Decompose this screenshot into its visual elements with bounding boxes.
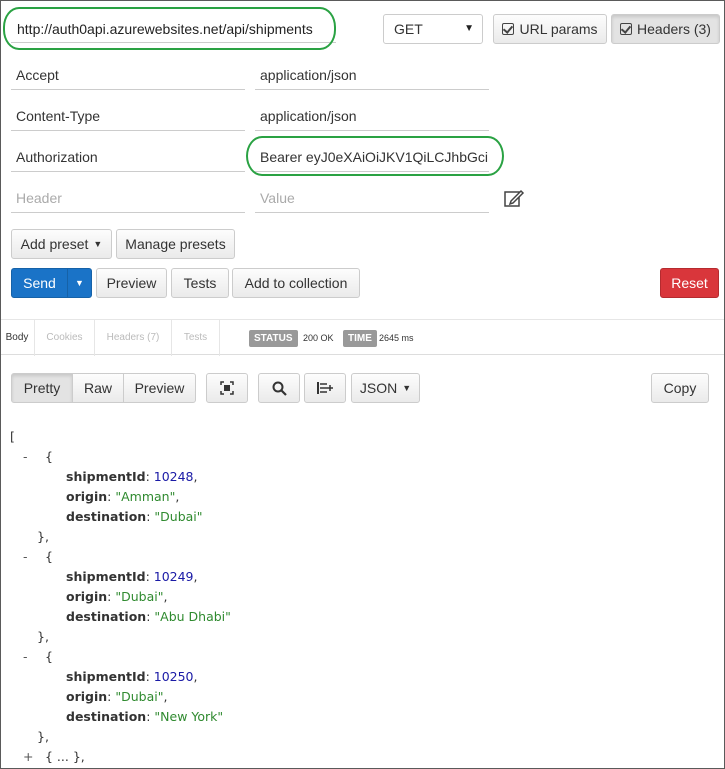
json-line: destination: "Abu Dhabi" [66, 609, 231, 624]
json-object-close: }, [37, 729, 49, 744]
caret-down-icon: ▼ [75, 278, 84, 288]
caret-down-icon: ▼ [402, 383, 412, 393]
caret-down-icon: ▼ [93, 239, 103, 249]
header-value-input[interactable]: Value [255, 183, 489, 213]
url-input[interactable]: http://auth0api.azurewebsites.net/api/sh… [11, 15, 336, 43]
search-button[interactable] [258, 373, 300, 403]
pretty-button[interactable]: Pretty [11, 373, 73, 403]
format-label: JSON [359, 380, 398, 396]
json-line: shipmentId: 10248, [66, 469, 198, 484]
fullscreen-button[interactable] [206, 373, 248, 403]
status-value: 200 OK [303, 333, 334, 343]
response-preview-button[interactable]: Preview [123, 373, 196, 403]
add-preset-button[interactable]: Add preset ▼ [11, 229, 112, 259]
preview-button[interactable]: Preview [96, 268, 167, 298]
send-button[interactable]: Send [11, 268, 68, 298]
format-select[interactable]: JSON ▼ [351, 373, 420, 403]
tab-cookies[interactable]: Cookies [35, 320, 95, 356]
json-line: origin: "Amman", [66, 489, 180, 504]
header-key-content-type[interactable]: Content-Type [11, 101, 245, 131]
json-object-open[interactable]: -{ [10, 647, 231, 667]
json-object-open[interactable]: -{ [10, 447, 231, 467]
header-value-authorization[interactable]: Bearer eyJ0eXAiOiJKV1QiLCJhbGci [255, 142, 489, 172]
method-select[interactable]: GET ▼ [383, 14, 483, 44]
status-badge: STATUS [249, 330, 298, 347]
header-key-accept[interactable]: Accept [11, 60, 245, 90]
raw-button[interactable]: Raw [72, 373, 124, 403]
wrap-lines-button[interactable] [304, 373, 346, 403]
response-body: [ -{ shipmentId: 10248, origin: "Amman",… [10, 427, 231, 767]
json-object-open[interactable]: -{ [10, 547, 231, 567]
json-collapsed-object[interactable]: +{ ... }, [10, 747, 231, 767]
add-to-collection-button[interactable]: Add to collection [232, 268, 360, 298]
time-badge: TIME [343, 330, 377, 347]
response-tab-bar: Body Cookies Headers (7) Tests STATUS 20… [0, 319, 725, 356]
json-line: origin: "Dubai", [66, 689, 168, 704]
json-object-close: }, [37, 629, 49, 644]
search-icon [272, 381, 287, 396]
copy-button[interactable]: Copy [651, 373, 709, 403]
json-line: destination: "Dubai" [66, 509, 203, 524]
header-value-content-type[interactable]: application/json [255, 101, 489, 131]
json-line: destination: "New York" [66, 709, 224, 724]
add-preset-label: Add preset [20, 236, 89, 252]
header-key-authorization[interactable]: Authorization [11, 142, 245, 172]
fullscreen-icon [220, 381, 234, 395]
caret-down-icon: ▼ [464, 23, 474, 34]
manage-presets-button[interactable]: Manage presets [116, 229, 235, 259]
headers-label: Headers (3) [637, 21, 711, 37]
tab-tests[interactable]: Tests [172, 320, 220, 356]
time-value: 2645 ms [379, 333, 414, 343]
edit-check-icon [620, 23, 633, 35]
tests-button[interactable]: Tests [171, 268, 229, 298]
header-value-accept[interactable]: application/json [255, 60, 489, 90]
json-open-bracket: [ [10, 429, 15, 444]
json-line: shipmentId: 10250, [66, 669, 198, 684]
url-params-label: URL params [519, 21, 598, 37]
tab-body[interactable]: Body [0, 320, 35, 356]
tab-headers[interactable]: Headers (7) [95, 320, 172, 356]
json-line: shipmentId: 10249, [66, 569, 198, 584]
wrap-lines-icon [317, 382, 333, 394]
url-params-button[interactable]: URL params [493, 14, 607, 44]
edit-check-icon [502, 23, 515, 35]
send-options-button[interactable]: ▼ [67, 268, 92, 298]
method-value: GET [394, 21, 423, 37]
header-key-input[interactable]: Header [11, 183, 245, 213]
reset-button[interactable]: Reset [660, 268, 719, 298]
headers-button[interactable]: Headers (3) [611, 14, 720, 44]
bulk-edit-icon[interactable] [503, 187, 525, 209]
json-line: origin: "Dubai", [66, 589, 168, 604]
json-object-close: }, [37, 529, 49, 544]
